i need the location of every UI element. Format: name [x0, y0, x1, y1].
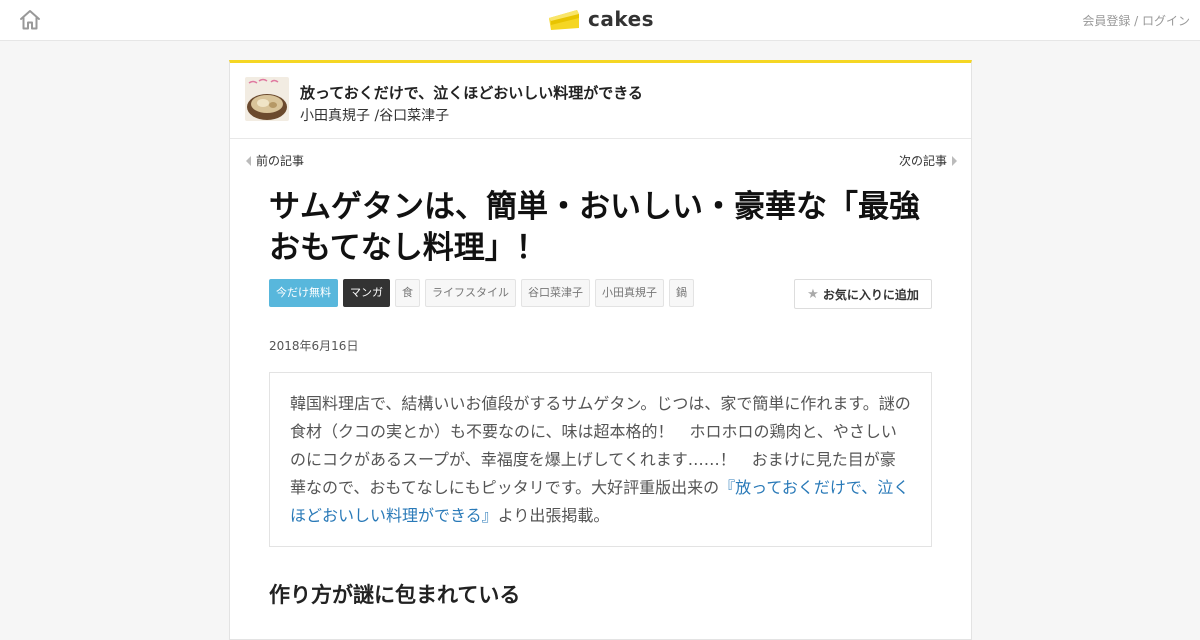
series-title[interactable]: 放っておくだけで、泣くほどおいしい料理ができる	[300, 82, 643, 103]
star-icon: ★	[807, 286, 819, 302]
tag-lifestyle[interactable]: ライフスタイル	[425, 279, 516, 307]
cake-slice-icon	[549, 10, 579, 30]
tag-author-oda[interactable]: 小田真規子	[595, 279, 664, 307]
signup-login-link[interactable]: 会員登録 / ログイン	[1082, 12, 1190, 29]
add-favorite-label: お気に入りに追加	[822, 287, 919, 302]
article-card: 放っておくだけで、泣くほどおいしい料理ができる 小田真規子 /谷口菜津子 前の記…	[229, 60, 972, 640]
top-bar: cakes 会員登録 / ログイン	[0, 0, 1200, 41]
tag-nabe[interactable]: 鍋	[669, 279, 694, 307]
next-article-link[interactable]: 次の記事	[899, 152, 957, 169]
tag-manga[interactable]: マンガ	[343, 279, 390, 307]
add-favorite-button[interactable]: ★ お気に入りに追加	[794, 279, 932, 309]
series-header: 放っておくだけで、泣くほどおいしい料理ができる 小田真規子 /谷口菜津子	[230, 63, 971, 139]
tag-food[interactable]: 食	[395, 279, 420, 307]
publish-date: 2018年6月16日	[269, 339, 359, 353]
logo-text: cakes	[588, 7, 655, 31]
article-title: サムゲタンは、簡単・おいしい・豪華な「最強おもてなし料理」！	[269, 189, 920, 266]
lead-box: 韓国料理店で、結構いいお値段がするサムゲタン。じつは、家で簡単に作れます。謎の食…	[269, 372, 932, 547]
tag-author-taniguchi[interactable]: 谷口菜津子	[521, 279, 590, 307]
tag-list: 今だけ無料 マンガ 食 ライフスタイル 谷口菜津子 小田真規子 鍋	[269, 279, 699, 307]
home-icon[interactable]	[18, 8, 42, 32]
series-thumbnail[interactable]	[245, 77, 289, 121]
chevron-left-icon	[246, 155, 251, 166]
next-article-label: 次の記事	[898, 154, 947, 168]
cakes-logo[interactable]: cakes	[547, 5, 654, 33]
lead-text-end: より出張掲載。	[497, 506, 610, 525]
section-heading: 作り方が謎に包まれている	[269, 583, 521, 607]
chevron-right-icon	[952, 155, 957, 166]
prev-article-link[interactable]: 前の記事	[246, 152, 304, 169]
tag-free[interactable]: 今だけ無料	[269, 279, 338, 307]
series-authors: 小田真規子 /谷口菜津子	[300, 108, 450, 124]
prev-article-label: 前の記事	[256, 154, 305, 168]
